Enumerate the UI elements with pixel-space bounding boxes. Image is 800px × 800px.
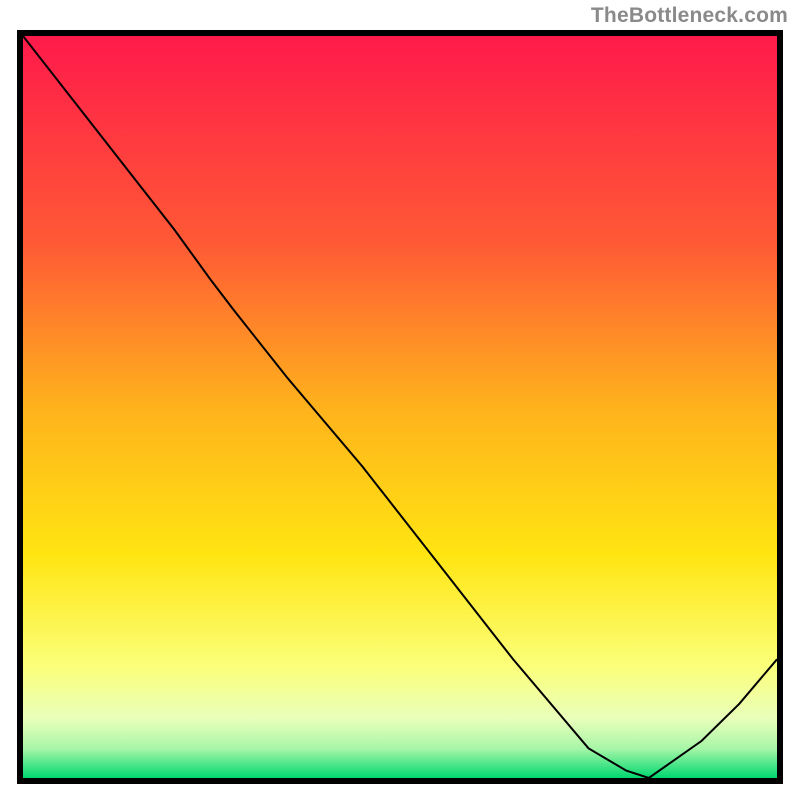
plot-area <box>17 30 783 784</box>
attribution-text: TheBottleneck.com <box>591 4 788 28</box>
chart-container: TheBottleneck.com <box>0 0 800 800</box>
chart-svg <box>17 30 783 784</box>
gradient-background <box>23 36 777 778</box>
